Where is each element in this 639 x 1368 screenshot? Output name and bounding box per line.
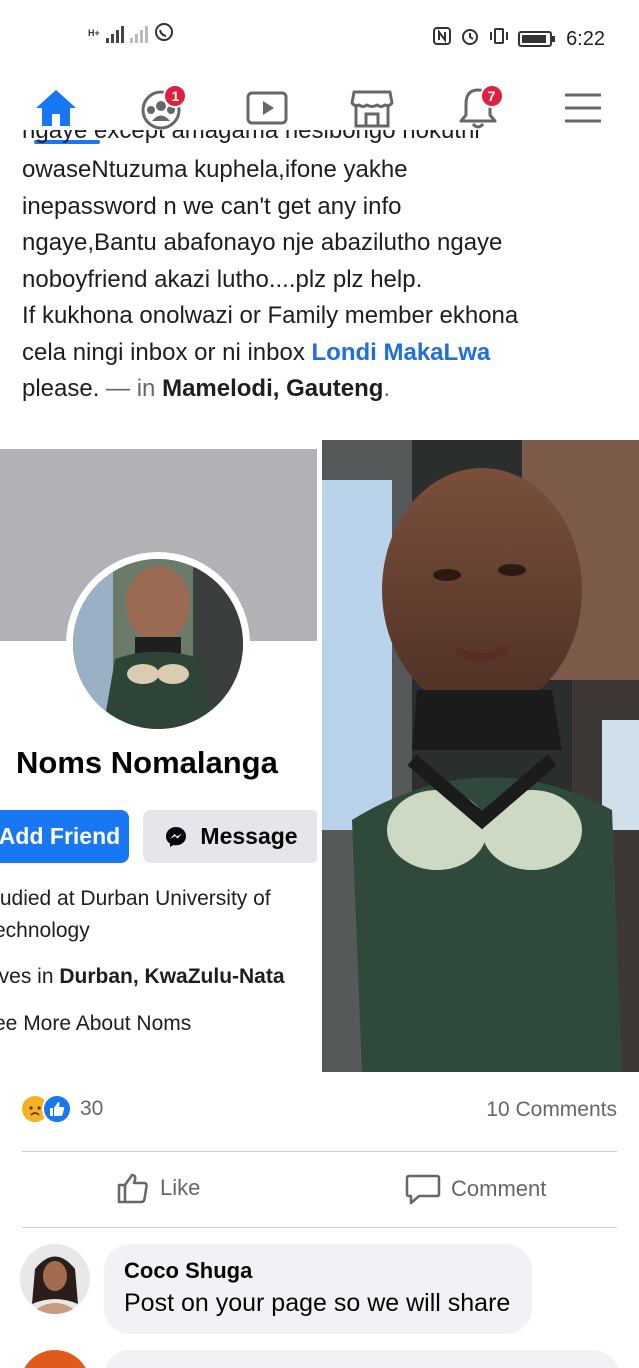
message-button[interactable]: Message (143, 810, 317, 863)
network-type-label: H+ (88, 28, 100, 38)
nfc-icon (432, 26, 452, 52)
battery-icon (518, 31, 556, 47)
divider (22, 1151, 617, 1152)
signal-secondary-icon (129, 25, 148, 43)
location-line: ives in Durban, KwaZulu-Nata (0, 965, 285, 989)
comments-count-link[interactable]: 10 Comments (486, 1098, 617, 1122)
commenter-name[interactable]: Coco Shuga (124, 1256, 510, 1286)
comment-button[interactable]: Comment (405, 1172, 546, 1206)
home-icon (36, 90, 76, 126)
nav-watch[interactable] (241, 82, 293, 134)
nav-home[interactable] (30, 82, 82, 134)
post-line: please. — in Mamelodi, Gauteng. (22, 371, 625, 408)
notifications-badge: 7 (479, 84, 504, 108)
thumbs-up-icon (117, 1173, 148, 1204)
profile-card-screenshot[interactable]: Noms Nomalanga Add Friend Message tudied… (0, 449, 317, 1071)
location-prefix: ives in (0, 965, 60, 988)
period: . (383, 375, 391, 402)
post-line: owaseNtuzuma kuphela,ifone yakhe (22, 156, 408, 183)
comment-bubble: Coco Shuga Post on your page so we will … (104, 1244, 533, 1334)
location-separator: — in (99, 375, 163, 402)
status-left: H+ (88, 22, 174, 45)
nav-groups[interactable]: 1 (135, 82, 188, 134)
reaction-summary[interactable]: 30 (20, 1094, 103, 1124)
message-button-label: Message (200, 823, 298, 849)
post-line: If kukhona onolwazi or Family member ekh… (22, 302, 519, 329)
location-link[interactable]: Mamelodi, Gauteng (162, 375, 383, 402)
post-line-text: cela ningi inbox or ni inbox (22, 338, 312, 366)
like-button[interactable]: Like (116, 1172, 200, 1204)
post-line: inepassword n we can't get any info (22, 192, 402, 220)
post-line: cela ningi inbox or ni inbox Londi MakaL… (22, 335, 625, 372)
education-line: tudied at Durban University of (0, 887, 271, 910)
like-label: Like (160, 1175, 201, 1200)
commenter-avatar[interactable] (20, 1244, 90, 1314)
comment-label: Comment (451, 1176, 547, 1201)
reaction-count: 30 (80, 1097, 104, 1120)
video-icon (246, 91, 288, 125)
vibrate-icon (488, 26, 510, 52)
post-line: noboyfriend akazi lutho....plz plz help. (22, 265, 423, 293)
post-line: ngaye,Bantu abafonayo nje abazilutho nga… (22, 229, 503, 256)
location-place: Durban, KwaZulu-Nata (59, 965, 285, 988)
nav-menu[interactable] (557, 82, 609, 134)
post-body: ngaye except amagama nesibongo nokuthi o… (22, 130, 625, 408)
alarm-icon (460, 26, 480, 52)
profile-picture (73, 559, 243, 729)
status-bar: H+ 6:22 (0, 0, 639, 72)
post-photo[interactable] (322, 440, 639, 1072)
speech-bubble-icon (405, 1174, 441, 1205)
see-more-link[interactable]: ee More About Noms (0, 1012, 191, 1036)
education-line: echnology (0, 919, 90, 942)
whatsapp-icon (154, 22, 174, 45)
divider (22, 1227, 617, 1228)
status-right: 6:22 (432, 26, 605, 52)
profile-avatar (66, 552, 250, 736)
clock-time: 6:22 (566, 27, 605, 50)
nav-notifications[interactable]: 7 (452, 82, 504, 134)
like-icon (42, 1094, 72, 1124)
comment-text: Post on your page so we will share (124, 1289, 511, 1317)
marketplace-icon (350, 90, 394, 128)
messenger-icon (166, 826, 187, 847)
post-clipped-line: ngaye except amagama nesibongo nokuthi (22, 130, 480, 144)
commenter-avatar[interactable] (20, 1350, 90, 1368)
post-line-text: please. (22, 375, 100, 402)
comment-bubble (104, 1350, 619, 1368)
profile-name: Noms Nomalanga (16, 745, 278, 780)
comment-item: Coco Shuga Post on your page so we will … (20, 1244, 619, 1334)
add-friend-button[interactable]: Add Friend (0, 810, 129, 863)
nav-marketplace[interactable] (346, 82, 398, 134)
signal-icon (105, 25, 124, 43)
hamburger-menu-icon (564, 93, 601, 123)
mention-link[interactable]: Londi MakaLwa (312, 339, 491, 366)
